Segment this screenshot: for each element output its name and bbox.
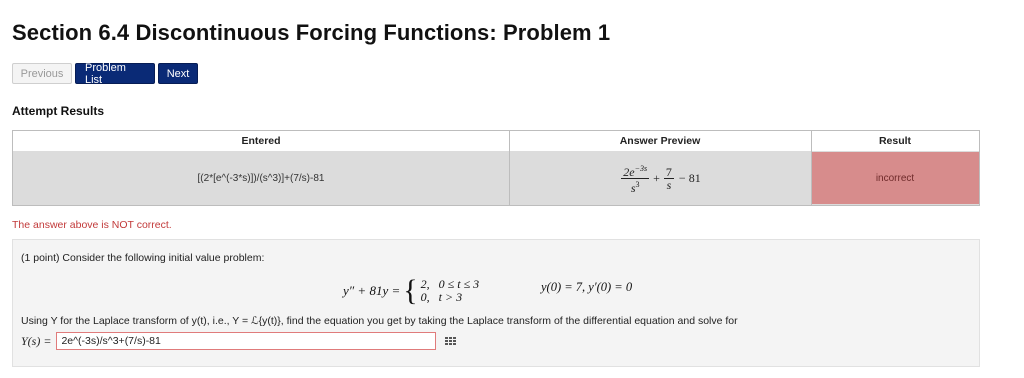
- piecewise-cases: 2, 0 ≤ t ≤ 3 0, t > 3: [421, 278, 480, 304]
- header-entered: Entered: [241, 135, 281, 147]
- preview-num2: 7: [663, 164, 674, 179]
- results-header-row: Entered Answer Preview Result: [13, 131, 979, 152]
- results-row: [(2*[e^(-3*s)])/(s^3)]+(7/s)-81 2e−3s s 3…: [13, 151, 979, 205]
- next-button[interactable]: Next: [158, 63, 198, 84]
- problem-nav: Previous Problem List Next: [12, 62, 198, 86]
- answer-row: Y(s) =: [21, 332, 457, 350]
- initial-conditions: y(0) = 7, y′(0) = 0: [541, 280, 633, 294]
- header-result: Result: [878, 135, 912, 147]
- attempt-results-heading: Attempt Results: [12, 104, 105, 118]
- problem-panel: (1 point) Consider the following initial…: [12, 239, 980, 367]
- col-divider: [509, 131, 510, 151]
- col-divider: [509, 151, 510, 205]
- previous-button[interactable]: Previous: [12, 63, 72, 84]
- problem-instruction: Using Y for the Laplace transform of y(t…: [21, 315, 738, 327]
- preview-num1: 2e: [623, 164, 635, 179]
- brace-icon: {: [403, 274, 418, 307]
- result-status: incorrect: [811, 152, 979, 204]
- equation-editor-icon[interactable]: [444, 336, 457, 347]
- case-2: 0, t > 3: [420, 290, 463, 304]
- preview-plus: +: [653, 170, 660, 185]
- answer-input[interactable]: [56, 332, 437, 350]
- preview-exp1: −3s: [634, 163, 648, 173]
- feedback-message: The answer above is NOT correct.: [12, 219, 172, 231]
- col-divider: [811, 131, 812, 151]
- attempt-results-table: Entered Answer Preview Result [(2*[e^(-3…: [12, 130, 980, 206]
- preview-den2: s: [666, 177, 672, 192]
- problem-intro: (1 point) Consider the following initial…: [21, 252, 265, 264]
- equation-lhs: y″ + 81y =: [343, 283, 401, 298]
- problem-list-button[interactable]: Problem List: [75, 62, 155, 86]
- answer-preview: 2e−3s s3 + 7 s − 81: [509, 151, 811, 205]
- answer-label: Y(s) =: [21, 333, 52, 348]
- col-divider: [811, 151, 812, 205]
- preview-den1-exp: 3: [635, 179, 640, 189]
- header-answer-preview: Answer Preview: [619, 135, 701, 147]
- entered-answer: [(2*[e^(-3*s)])/(s^3)]+(7/s)-81: [197, 172, 325, 184]
- page-title: Section 6.4 Discontinuous Forcing Functi…: [12, 20, 611, 45]
- preview-tail: − 81: [678, 170, 701, 185]
- differential-equation: y″ + 81y = { 2, 0 ≤ t ≤ 3 0, t > 3: [343, 276, 479, 306]
